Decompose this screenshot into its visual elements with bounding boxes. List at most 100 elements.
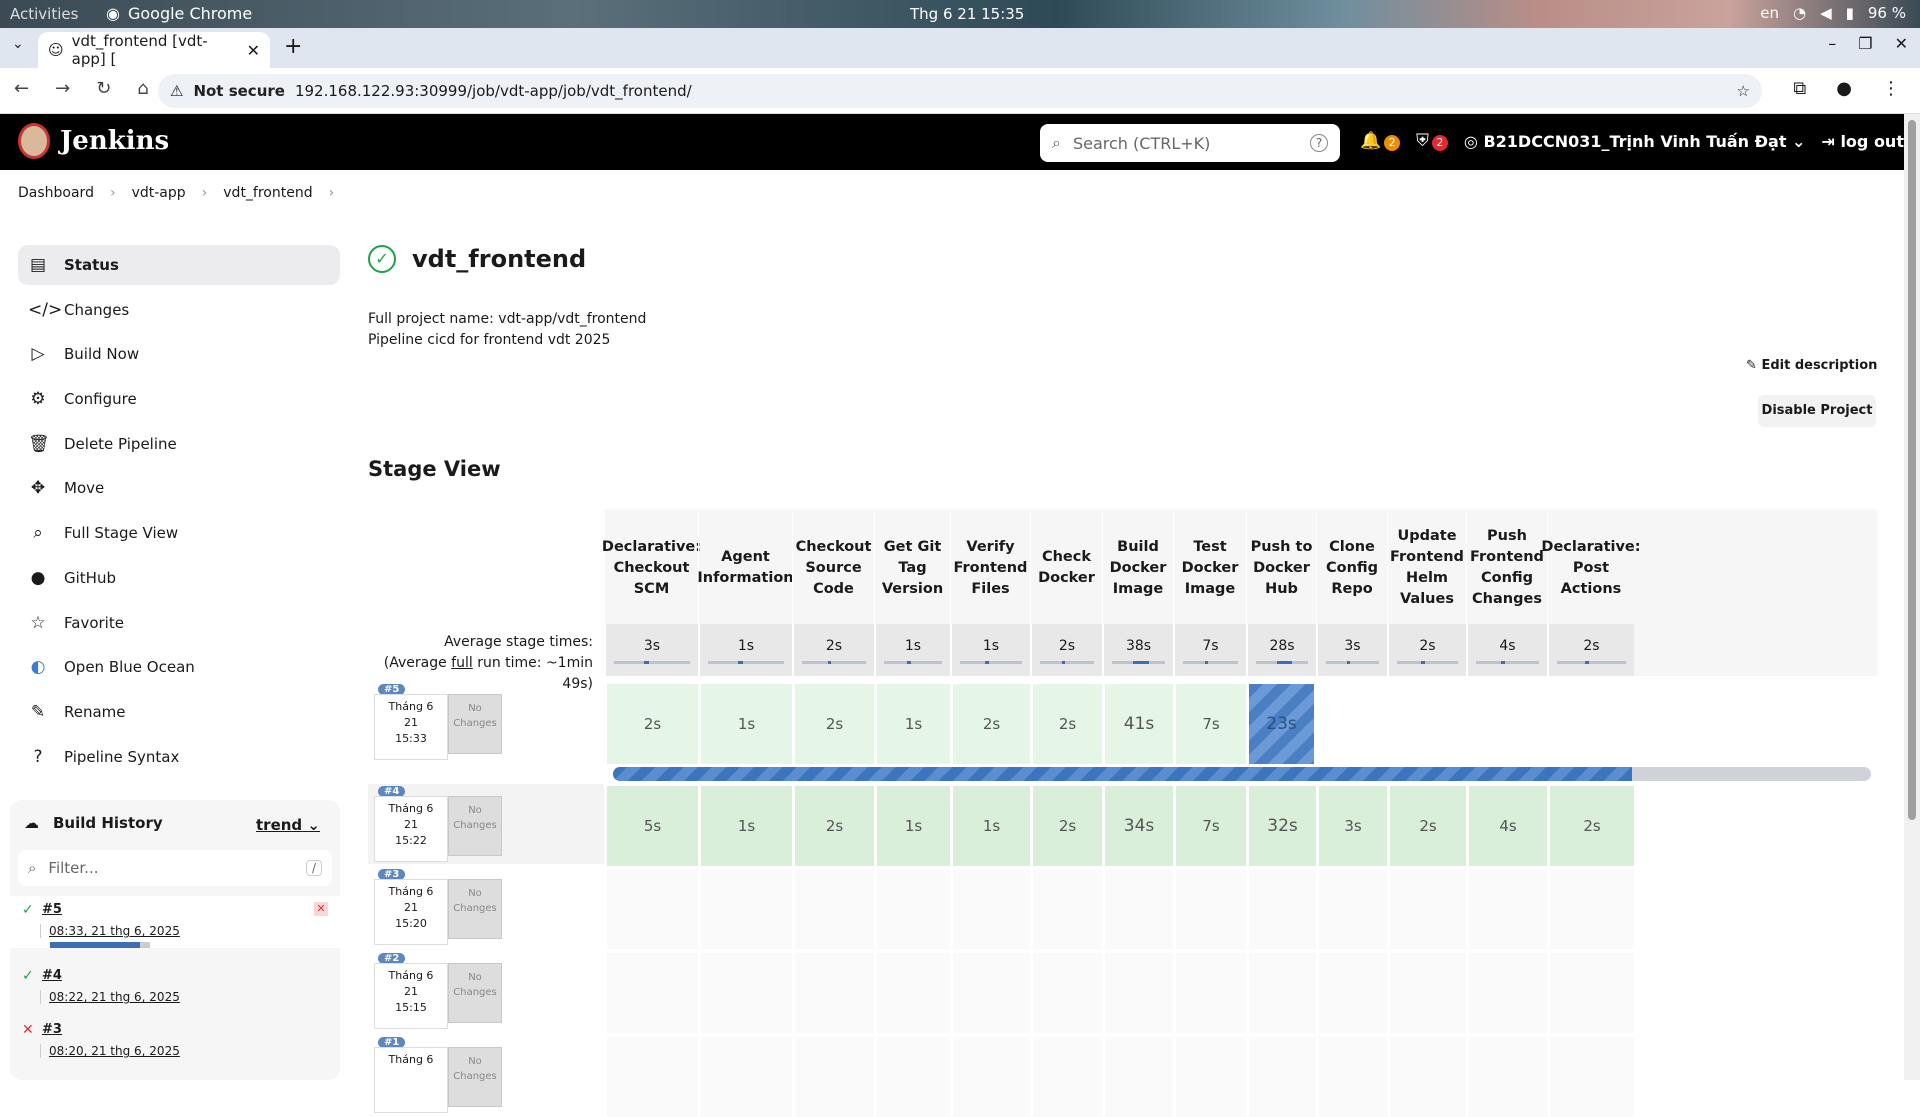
stage-cell[interactable]: 23s — [1246, 684, 1314, 764]
logout-button[interactable]: ⇥ log out — [1821, 132, 1904, 151]
breadcrumb-vdt-frontend[interactable]: vdt_frontend — [223, 185, 312, 201]
stage-header[interactable]: Clone Config Repo — [1316, 512, 1387, 624]
stage-cell[interactable]: 2s — [950, 684, 1030, 764]
stage-header[interactable]: Update Frontend Helm Values — [1387, 512, 1466, 624]
forward-icon[interactable]: → — [55, 78, 70, 99]
security-button[interactable]: ⛨ 2 — [1416, 131, 1448, 151]
stage-cell[interactable] — [1547, 684, 1634, 764]
app-menu[interactable]: ◉ Google Chrome — [106, 4, 252, 23]
jenkins-logo[interactable] — [18, 123, 50, 159]
build-row[interactable]: ✓ #5 08:33, 21 thg 6, 2025 ✕ — [10, 896, 340, 948]
stage-cell[interactable] — [792, 869, 874, 949]
restore-icon[interactable]: ❐ — [1858, 34, 1872, 53]
stage-cell[interactable]: 41s — [1102, 684, 1173, 764]
security-label[interactable]: Not secure — [193, 82, 285, 100]
stage-cell[interactable] — [698, 953, 792, 1033]
stage-header[interactable]: Check Docker — [1030, 512, 1102, 624]
stage-cell[interactable]: 7s — [1173, 786, 1246, 866]
extensions-icon[interactable]: ⧉ — [1793, 78, 1806, 99]
stage-cell[interactable]: 5s — [604, 786, 698, 866]
build-row[interactable]: ✓ #4 08:22, 21 thg 6, 2025 — [10, 962, 340, 1014]
stage-cell[interactable] — [874, 869, 950, 949]
sidebar-item-status[interactable]: ▤ Status — [18, 245, 340, 285]
stage-cell[interactable] — [792, 953, 874, 1033]
stage-cell[interactable] — [1466, 869, 1547, 949]
stage-cell[interactable] — [874, 1037, 950, 1117]
stage-header[interactable]: Test Docker Image — [1173, 512, 1246, 624]
system-tray[interactable]: en ◔ ◀ ▮ 96 % — [1760, 4, 1906, 22]
stage-cell[interactable]: 3s — [1316, 786, 1387, 866]
stage-cell[interactable]: 2s — [1547, 786, 1634, 866]
stage-cell[interactable] — [1030, 953, 1102, 1033]
build-number[interactable]: #3 — [42, 1022, 62, 1037]
stage-cell[interactable] — [1387, 1037, 1466, 1117]
stage-cell[interactable] — [698, 869, 792, 949]
bookmark-star-icon[interactable]: ☆ — [1737, 82, 1750, 100]
stage-header[interactable]: Push to Docker Hub — [1246, 512, 1316, 624]
stage-header[interactable]: Declarative: Checkout SCM — [602, 512, 701, 624]
full-run-link[interactable]: full — [451, 655, 473, 671]
stage-cell[interactable]: 2s — [604, 684, 698, 764]
tab-search-icon[interactable]: ⌄ — [12, 36, 24, 52]
search-input[interactable]: Search (CTRL+K) — [1073, 134, 1210, 153]
new-tab-button[interactable]: + — [284, 34, 302, 59]
stage-cell[interactable]: 1s — [950, 786, 1030, 866]
sidebar-item-delete-pipeline[interactable]: 🗑 Delete Pipeline — [18, 424, 340, 464]
stage-cell[interactable] — [1246, 953, 1316, 1033]
user-menu[interactable]: ◎ B21DCCN031_Trịnh Vinh Tuấn Đạt ⌄ — [1464, 132, 1806, 151]
url-text[interactable]: 192.168.122.93:30999/job/vdt-app/job/vdt… — [295, 82, 692, 100]
stage-header[interactable]: Checkout Source Code — [792, 512, 874, 624]
stage-cell[interactable]: 32s — [1246, 786, 1316, 866]
stage-cell[interactable] — [950, 869, 1030, 949]
sidebar-item-full-stage-view[interactable]: ⌕ Full Stage View — [18, 513, 340, 553]
breadcrumb-vdt-app[interactable]: vdt-app — [132, 185, 186, 201]
minimize-icon[interactable]: – — [1828, 34, 1836, 53]
stage-cell[interactable] — [1547, 869, 1634, 949]
sidebar-item-configure[interactable]: ⚙ Configure — [18, 379, 340, 419]
stage-cell[interactable] — [1547, 953, 1634, 1033]
url-field[interactable]: ⚠ Not secure 192.168.122.93:30999/job/vd… — [158, 74, 1762, 108]
stage-cell[interactable] — [1173, 869, 1246, 949]
edit-description-button[interactable]: ✎ Edit description — [1746, 358, 1877, 373]
stage-cell[interactable] — [792, 1037, 874, 1117]
stage-cell[interactable]: 2s — [1030, 786, 1102, 866]
stage-cell[interactable] — [1173, 953, 1246, 1033]
sidebar-item-build-now[interactable]: ▷ Build Now — [18, 334, 340, 374]
menu-kebab-icon[interactable]: ⋮ — [1882, 78, 1900, 99]
stage-cell[interactable] — [950, 1037, 1030, 1117]
stage-cell[interactable] — [1173, 1037, 1246, 1117]
search-help-icon[interactable]: ? — [1310, 134, 1328, 152]
stage-cell[interactable] — [1316, 869, 1387, 949]
stage-cell[interactable]: 2s — [1387, 786, 1466, 866]
stage-cell[interactable]: 1s — [874, 786, 950, 866]
reload-icon[interactable]: ↻ — [96, 78, 111, 99]
disable-project-button[interactable]: Disable Project — [1758, 395, 1876, 427]
stage-cell[interactable] — [1030, 869, 1102, 949]
stage-cell[interactable] — [1316, 1037, 1387, 1117]
stage-cell[interactable]: 1s — [698, 684, 792, 764]
stage-cell[interactable] — [1246, 869, 1316, 949]
build-number[interactable]: #4 — [42, 968, 62, 983]
clock[interactable]: Thg 6 21 15:35 — [910, 5, 1024, 23]
sidebar-item-move[interactable]: ✥ Move — [18, 468, 340, 508]
sidebar-item-pipeline-syntax[interactable]: ? Pipeline Syntax — [18, 737, 340, 777]
stage-header[interactable]: Verify Frontend Files — [950, 512, 1030, 624]
stage-cell[interactable] — [874, 953, 950, 1033]
build-date[interactable]: 08:22, 21 thg 6, 2025 — [40, 990, 180, 1004]
stage-cell[interactable]: 2s — [1030, 684, 1102, 764]
trend-dropdown[interactable]: trend ⌄ — [256, 816, 320, 834]
search-box[interactable]: ⌕ Search (CTRL+K) ? — [1040, 124, 1340, 162]
stage-cell[interactable] — [604, 1037, 698, 1117]
stage-header[interactable]: Push Frontend Config Changes — [1466, 512, 1547, 624]
stage-header[interactable]: Declarative: Post Actions — [1541, 512, 1641, 624]
stage-cell[interactable]: 1s — [698, 786, 792, 866]
stage-cell[interactable]: 7s — [1173, 684, 1246, 764]
stage-cell[interactable] — [604, 869, 698, 949]
sidebar-item-github[interactable]: ● GitHub — [18, 558, 340, 598]
stage-header[interactable]: Get Git Tag Version — [874, 512, 950, 624]
stage-cell[interactable]: 2s — [792, 786, 874, 866]
build-filter-input[interactable]: ⌕ Filter... / — [18, 850, 332, 886]
stage-cell[interactable] — [1387, 953, 1466, 1033]
sidebar-item-favorite[interactable]: ☆ Favorite — [18, 603, 340, 643]
sidebar-item-blue-ocean[interactable]: ◐ Open Blue Ocean — [18, 647, 340, 687]
